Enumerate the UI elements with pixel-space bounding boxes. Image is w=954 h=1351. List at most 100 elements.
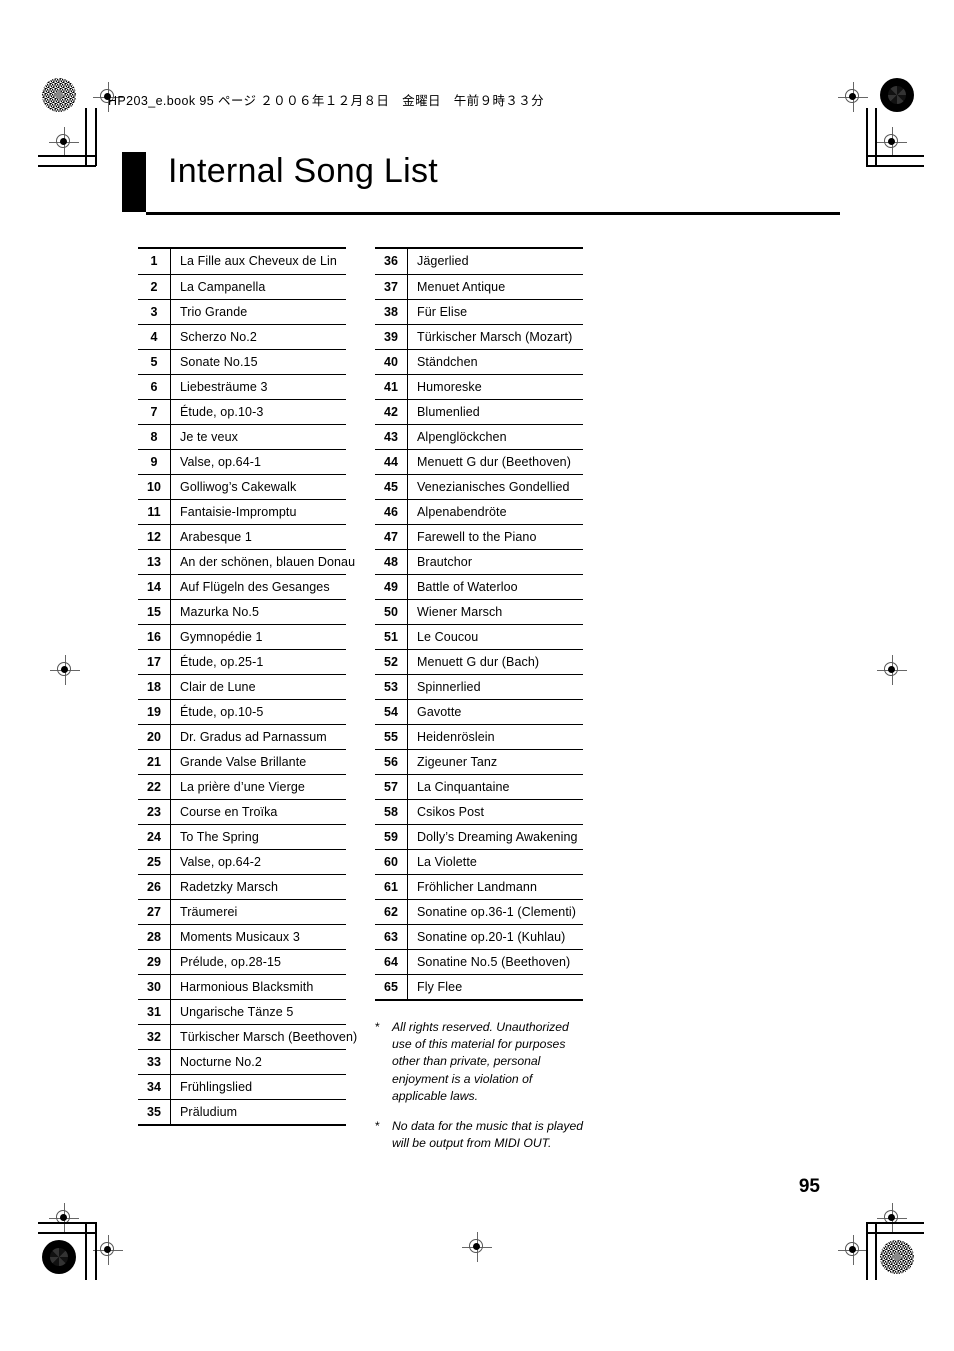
song-title: Dolly’s Dreaming Awakening [407, 823, 583, 849]
song-row: 9 Valse, op.64-1 [138, 448, 346, 474]
song-number: 28 [138, 923, 171, 949]
song-row: 44 Menuett G dur (Beethoven) [375, 448, 583, 474]
crop-corner-top-right [866, 108, 924, 167]
song-number: 5 [138, 348, 171, 374]
song-number: 51 [375, 623, 408, 649]
song-row: 15 Mazurka No.5 [138, 598, 346, 624]
registration-crosshair-bottom-left-b [93, 1235, 123, 1265]
song-row: 8 Je te veux [138, 423, 346, 449]
song-row: 65 Fly Flee [375, 973, 583, 999]
song-title: Blumenlied [407, 398, 583, 424]
song-title: Frühlingslied [170, 1073, 346, 1099]
song-number: 40 [375, 348, 408, 374]
song-row: 54 Gavotte [375, 698, 583, 724]
song-title: Sonatine op.36-1 (Clementi) [407, 898, 583, 924]
song-number: 48 [375, 548, 408, 574]
song-number: 43 [375, 423, 408, 449]
song-number: 15 [138, 598, 171, 624]
song-row: 63 Sonatine op.20-1 (Kuhlau) [375, 923, 583, 949]
song-row: 1 La Fille aux Cheveux de Lin [138, 249, 346, 274]
song-number: 41 [375, 373, 408, 399]
song-number: 39 [375, 323, 408, 349]
song-row: 55 Heidenröslein [375, 723, 583, 749]
song-row: 30 Harmonious Blacksmith [138, 973, 346, 999]
footnote-item: * All rights reserved. Unauthorized use o… [375, 1019, 590, 1105]
song-title: Liebesträume 3 [170, 373, 346, 399]
registration-crosshair-bottom-right-b [838, 1235, 868, 1265]
song-title: La Cinquantaine [407, 773, 583, 799]
song-title: Valse, op.64-2 [170, 848, 346, 874]
footnotes: * All rights reserved. Unauthorized use o… [375, 1019, 590, 1165]
registration-halftone-top-right [880, 78, 914, 112]
song-number: 1 [138, 249, 171, 274]
song-number: 4 [138, 323, 171, 349]
song-row: 22 La prière d’une Vierge [138, 773, 346, 799]
song-number: 46 [375, 498, 408, 524]
song-number: 38 [375, 298, 408, 324]
song-title: Fantaisie-Impromptu [170, 498, 346, 524]
song-row: 13 An der schönen, blauen Donau [138, 548, 355, 574]
registration-crosshair-right-middle [877, 655, 907, 685]
song-row: 45 Venezianisches Gondellied [375, 473, 583, 499]
crop-corner-bottom-left [38, 1222, 97, 1280]
song-number: 30 [138, 973, 171, 999]
crop-corner-bottom-right [866, 1222, 924, 1280]
footnote-text: All rights reserved. Unauthorized use of… [392, 1020, 569, 1103]
song-title: Prélude, op.28-15 [170, 948, 346, 974]
song-table-left-grid: 1 La Fille aux Cheveux de Lin 2 La Campanel… [138, 249, 357, 1124]
registration-crosshair-bottom-center [462, 1232, 492, 1262]
song-row: 29 Prélude, op.28-15 [138, 948, 346, 974]
song-number: 58 [375, 798, 408, 824]
song-number: 10 [138, 473, 171, 499]
song-title: Alpenabendröte [407, 498, 583, 524]
song-row: 56 Zigeuner Tanz [375, 748, 583, 774]
song-row: 57 La Cinquantaine [375, 773, 583, 799]
song-title: La Violette [407, 848, 583, 874]
song-title: Träumerei [170, 898, 346, 924]
song-number: 7 [138, 398, 171, 424]
song-row: 46 Alpenabendröte [375, 498, 583, 524]
page-number: 95 [798, 1176, 820, 1197]
song-title: Für Elise [407, 298, 583, 324]
song-number: 36 [375, 249, 408, 274]
song-title: Le Coucou [407, 623, 583, 649]
song-title: Präludium [170, 1098, 346, 1124]
song-title: To The Spring [170, 823, 346, 849]
song-title: Moments Musicaux 3 [170, 923, 346, 949]
song-row: 51 Le Coucou [375, 623, 583, 649]
song-number: 61 [375, 873, 408, 899]
song-number: 22 [138, 773, 171, 799]
song-row: 32 Türkischer Marsch (Beethoven) [138, 1023, 357, 1049]
song-number: 18 [138, 673, 171, 699]
song-title: Je te veux [170, 423, 346, 449]
crop-corner-top-left [38, 108, 97, 167]
song-number: 59 [375, 823, 408, 849]
song-number: 21 [138, 748, 171, 774]
song-row: 60 La Violette [375, 848, 583, 874]
song-title: Wiener Marsch [407, 598, 583, 624]
song-row: 20 Dr. Gradus ad Parnassum [138, 723, 346, 749]
song-number: 54 [375, 698, 408, 724]
song-title: Türkischer Marsch (Beethoven) [170, 1023, 357, 1049]
song-row: 58 Csikos Post [375, 798, 583, 824]
manual-page: HP203_e.book 95 ページ ２００６年１２月８日 金曜日 午前９時３… [0, 0, 954, 1351]
song-number: 55 [375, 723, 408, 749]
song-number: 37 [375, 273, 408, 299]
song-row: 16 Gymnopédie 1 [138, 623, 346, 649]
song-number: 62 [375, 898, 408, 924]
song-number: 26 [138, 873, 171, 899]
song-title: Ständchen [407, 348, 583, 374]
song-title: Türkischer Marsch (Mozart) [407, 323, 583, 349]
song-row: 35 Präludium [138, 1098, 346, 1124]
song-number: 14 [138, 573, 171, 599]
song-title: Fröhlicher Landmann [407, 873, 583, 899]
song-number: 2 [138, 273, 171, 299]
song-title: Grande Valse Brillante [170, 748, 346, 774]
song-table-left: 1 La Fille aux Cheveux de Lin 2 La Campanel… [138, 247, 357, 1126]
song-number: 57 [375, 773, 408, 799]
song-number: 27 [138, 898, 171, 924]
song-title: Course en Troïka [170, 798, 346, 824]
song-row: 42 Blumenlied [375, 398, 583, 424]
song-number: 35 [138, 1098, 171, 1124]
song-row: 26 Radetzky Marsch [138, 873, 346, 899]
